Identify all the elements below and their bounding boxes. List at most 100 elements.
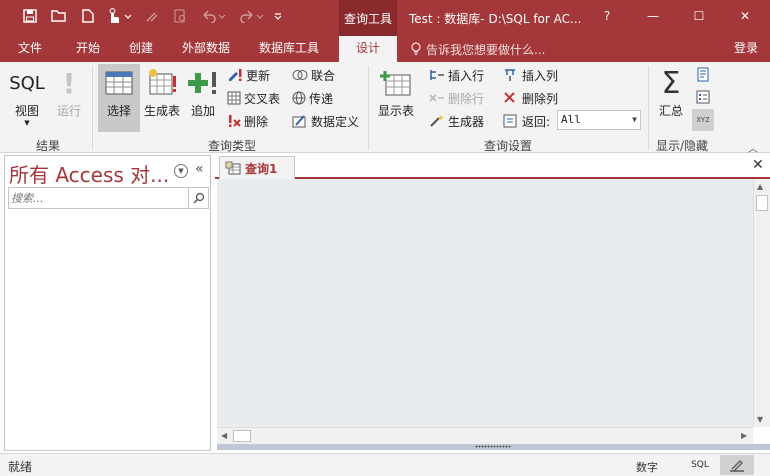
chevron-down-icon: ▼ <box>24 119 30 127</box>
save-icon[interactable] <box>20 6 40 26</box>
shutter-bar-collapse-icon[interactable]: « <box>195 161 204 177</box>
help-icon: ? <box>603 9 611 23</box>
format-painter-icon[interactable] <box>142 6 162 26</box>
parameters-button[interactable] <box>693 65 713 85</box>
scroll-down-icon[interactable]: ▼ <box>757 415 763 424</box>
union-query-button[interactable]: 联合 <box>292 65 335 85</box>
delete-columns-button[interactable]: 删除列 <box>503 88 558 108</box>
table-names-icon: XYZ <box>696 116 710 124</box>
document-tab-strip: 查询1 ✕ <box>215 155 770 179</box>
delete-columns-label: 删除列 <box>522 91 559 106</box>
select-table-icon <box>104 64 134 102</box>
globe-icon <box>292 91 306 105</box>
maximize-button[interactable]: ☐ <box>676 0 722 32</box>
search-icon[interactable] <box>188 188 208 208</box>
passthrough-query-button[interactable]: 传递 <box>292 88 333 108</box>
run-button[interactable]: ! 运行 <box>52 64 86 119</box>
data-definition-label: 数据定义 <box>311 114 360 129</box>
crosstab-query-button[interactable]: 交叉表 <box>227 88 280 108</box>
num-lock-indicator: 数字 <box>636 461 658 474</box>
help-button[interactable]: ? <box>584 0 630 32</box>
design-view-icon <box>730 460 744 472</box>
minimize-icon: — <box>647 9 659 23</box>
append-label: 追加 <box>190 104 215 118</box>
insert-rows-button[interactable]: 插入行 <box>429 65 484 85</box>
delete-columns-icon <box>504 92 515 103</box>
close-document-icon[interactable]: ✕ <box>752 157 764 173</box>
vertical-scroll-thumb[interactable] <box>756 195 768 211</box>
return-value-dropdown[interactable]: All ▼ <box>557 110 641 130</box>
delete-rows-button[interactable]: 删除行 <box>429 88 484 108</box>
close-button[interactable]: ✕ <box>722 0 768 32</box>
splitter-grip-icon[interactable] <box>475 445 511 448</box>
totals-button[interactable]: Σ 汇总 <box>654 64 688 119</box>
insert-columns-label: 插入列 <box>522 68 559 83</box>
view-label: 视图 <box>14 104 39 118</box>
parameters-icon <box>697 67 709 82</box>
tab-design[interactable]: 设计 <box>339 36 397 62</box>
pane-splitter[interactable] <box>217 444 770 450</box>
property-sheet-button[interactable] <box>693 87 713 107</box>
builder-button[interactable]: 生成器 <box>429 111 484 131</box>
crosstab-label: 交叉表 <box>244 91 281 106</box>
title-bar: 查询工具 Test : 数据库- D:\SQL for AC... ? — ☐ … <box>0 0 770 36</box>
sign-in-link[interactable]: 登录 <box>734 36 758 60</box>
show-table-icon <box>380 64 412 102</box>
sigma-icon: Σ <box>661 65 681 101</box>
tab-file[interactable]: 文件 <box>18 36 42 62</box>
group-show-hide-label: 显示/隐藏 <box>655 139 709 153</box>
touch-mode-icon[interactable] <box>104 6 134 26</box>
collapse-ribbon-icon[interactable]: ︿ <box>748 140 758 155</box>
horizontal-scrollbar[interactable]: ◀ ▶ <box>217 427 753 444</box>
navigation-pane: 所有 Access 对... ▼ « <box>4 155 211 451</box>
query-design-canvas[interactable] <box>217 179 753 427</box>
new-file-icon[interactable] <box>78 6 98 26</box>
close-icon: ✕ <box>739 9 751 23</box>
customize-qat-icon[interactable] <box>270 6 286 26</box>
tell-me-box[interactable]: 告诉我您想要做什么... <box>410 36 545 62</box>
insert-columns-button[interactable]: 插入列 <box>503 65 558 85</box>
union-label: 联合 <box>311 68 336 83</box>
make-table-button[interactable]: 生成表 <box>142 64 182 119</box>
show-table-button[interactable]: 显示表 <box>374 64 418 119</box>
view-button[interactable]: SQL 视图 ▼ <box>8 64 46 128</box>
tab-external-data[interactable]: 外部数据 <box>182 36 230 62</box>
scroll-left-icon[interactable]: ◀ <box>221 431 227 440</box>
tab-home[interactable]: 开始 <box>76 36 100 62</box>
update-query-button[interactable]: 更新 <box>227 65 270 85</box>
make-table-label: 生成表 <box>143 104 180 118</box>
tab-database-tools[interactable]: 数据库工具 <box>259 36 319 62</box>
scroll-up-icon[interactable]: ▲ <box>757 182 763 191</box>
delete-query-button[interactable]: 删除 <box>227 111 268 131</box>
tab-create[interactable]: 创建 <box>129 36 153 62</box>
ribbon-tabs: 文件 开始 创建 外部数据 数据库工具 设计 告诉我您想要做什么... 登录 <box>0 36 770 62</box>
property-sheet-icon <box>696 90 710 104</box>
status-bar: 就绪 数字 SQL <box>0 453 770 476</box>
minimize-button[interactable]: — <box>630 0 676 32</box>
nav-search-input[interactable] <box>11 190 189 206</box>
undo-icon[interactable] <box>198 6 228 26</box>
redo-icon[interactable] <box>236 6 266 26</box>
open-folder-icon[interactable] <box>48 6 70 26</box>
tell-me-text: 告诉我您想要做什么... <box>426 42 546 57</box>
totals-label: 汇总 <box>658 104 683 118</box>
crosstab-icon <box>227 91 241 105</box>
update-icon <box>229 69 242 81</box>
append-button[interactable]: 追加 <box>186 64 220 119</box>
design-view-button[interactable] <box>720 455 754 475</box>
group-separator <box>368 66 369 150</box>
nav-pane-title[interactable]: 所有 Access 对... <box>9 159 169 188</box>
document-tab-query1[interactable]: 查询1 <box>219 156 295 179</box>
nav-menu-dropdown-icon[interactable]: ▼ <box>174 164 188 178</box>
chevron-down-icon: ▼ <box>632 115 637 124</box>
magic-wand-icon <box>430 115 444 127</box>
table-names-button[interactable]: XYZ <box>692 109 714 131</box>
select-query-button[interactable]: 选择 <box>98 64 140 132</box>
data-definition-button[interactable]: 数据定义 <box>292 111 359 131</box>
group-separator <box>92 66 93 150</box>
sql-view-button[interactable]: SQL <box>686 456 714 474</box>
scroll-right-icon[interactable]: ▶ <box>741 431 747 440</box>
vertical-scrollbar[interactable]: ▲ ▼ <box>753 179 770 427</box>
horizontal-scroll-thumb[interactable] <box>233 430 251 442</box>
print-preview-icon[interactable] <box>170 6 190 26</box>
